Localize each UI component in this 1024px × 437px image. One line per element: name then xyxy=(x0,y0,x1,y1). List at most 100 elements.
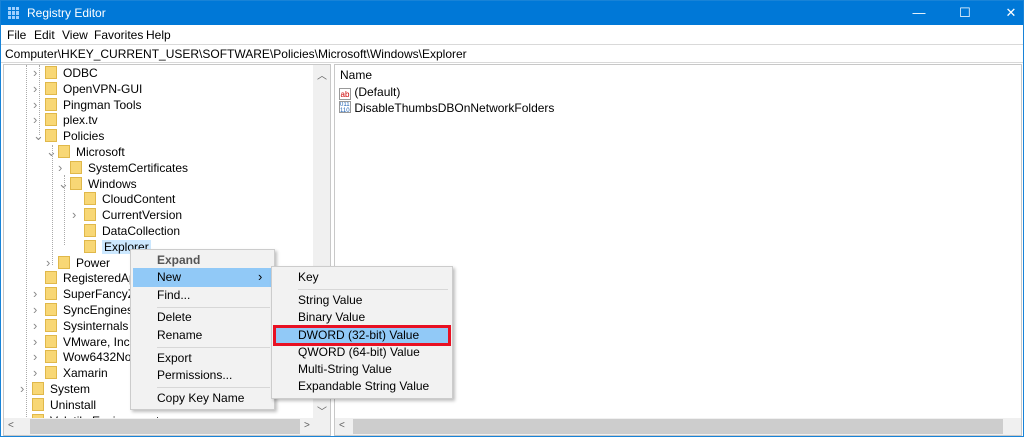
dword-value-icon: 011 110 xyxy=(339,101,351,113)
folder-icon xyxy=(45,350,57,364)
menu-item-new[interactable]: New xyxy=(133,268,272,287)
tree-item[interactable]: Uninstall xyxy=(32,397,96,413)
tree-item[interactable]: ⌄ Windows xyxy=(58,176,137,192)
folder-icon xyxy=(45,287,57,301)
tree-item-label: SystemCertificates xyxy=(88,160,189,175)
tree-item[interactable]: › OpenVPN-GUI xyxy=(33,81,143,97)
tree-item-label: Sysinternals xyxy=(63,318,129,333)
folder-icon xyxy=(45,334,57,348)
tree-item-label: System xyxy=(50,382,91,396)
value-disablethumbsdb[interactable]: 011 110 DisableThumbsDBOnNetworkFolders xyxy=(339,100,554,116)
tree-item-label: DataCollection xyxy=(102,224,181,238)
folder-icon xyxy=(70,176,82,190)
close-button[interactable]: ✕ xyxy=(988,1,1024,25)
expand-chevron-icon[interactable]: › xyxy=(46,255,50,271)
folder-icon xyxy=(58,145,70,158)
menu-item-find[interactable]: Find... xyxy=(133,286,272,305)
expand-chevron-icon[interactable]: › xyxy=(33,65,37,81)
tree-item[interactable]: › ODBC xyxy=(33,65,98,81)
expand-chevron-icon[interactable]: › xyxy=(20,381,24,397)
minimize-button[interactable]: — xyxy=(896,1,942,25)
expand-chevron-icon[interactable]: › xyxy=(72,207,76,223)
tree-item-label: OpenVPN-GUI xyxy=(63,81,143,96)
menu-file[interactable]: File xyxy=(7,28,26,42)
tree-item[interactable]: › SyncEngines xyxy=(33,302,134,318)
expand-chevron-icon[interactable]: › xyxy=(33,97,37,113)
folder-icon xyxy=(70,160,82,174)
expand-chevron-icon[interactable]: › xyxy=(33,286,37,302)
tree-item[interactable]: › plex.tv xyxy=(33,112,98,128)
values-horizontal-scrollbar[interactable]: < xyxy=(335,418,1021,435)
tree-item[interactable]: › Pingman Tools xyxy=(33,97,142,113)
tree-item-label: Xamarin xyxy=(63,366,108,381)
expand-chevron-icon[interactable]: › xyxy=(33,349,37,365)
tree-item[interactable]: › System xyxy=(20,381,91,397)
tree-item[interactable]: › CurrentVersion xyxy=(72,207,183,223)
menu-separator xyxy=(298,289,448,290)
expand-chevron-icon[interactable]: › xyxy=(33,334,37,350)
folder-icon xyxy=(58,255,70,269)
menu-separator xyxy=(157,347,270,348)
tree-item[interactable]: CloudContent xyxy=(84,191,175,207)
tree-item[interactable]: › Xamarin xyxy=(33,365,108,381)
folder-icon xyxy=(45,81,57,95)
folder-icon xyxy=(32,382,44,395)
tree-item-label: ODBC xyxy=(63,66,98,80)
address-bar[interactable]: Computer\HKEY_CURRENT_USER\SOFTWARE\Poli… xyxy=(1,44,1023,63)
folder-icon xyxy=(45,318,57,332)
maximize-button[interactable]: ☐ xyxy=(942,1,988,25)
tree-item-label: SyncEngines xyxy=(63,303,134,317)
window-title: Registry Editor xyxy=(27,6,106,20)
tree-item-label: Power xyxy=(76,255,111,270)
tree-item[interactable]: ⌄ Microsoft xyxy=(46,144,125,160)
submenu-arrow-icon: › xyxy=(258,269,263,284)
menu-view[interactable]: View xyxy=(62,28,88,42)
expand-chevron-icon[interactable]: › xyxy=(33,318,37,334)
tree-item-label: CurrentVersion xyxy=(102,208,183,223)
tree-item[interactable]: › VMware, Inc. xyxy=(33,334,134,350)
column-header-name[interactable]: Name xyxy=(340,67,372,83)
title-bar: Registry Editor — ☐ ✕ xyxy=(1,1,1023,25)
folder-icon xyxy=(32,397,44,411)
registry-editor-window: Registry Editor — ☐ ✕ File Edit View Fav… xyxy=(0,0,1024,437)
menu-item-permissions[interactable]: Permissions... xyxy=(133,366,272,385)
folder-icon xyxy=(84,224,96,237)
menu-item-key[interactable]: Key xyxy=(274,268,450,287)
menu-separator xyxy=(157,387,270,388)
folder-icon xyxy=(45,113,57,127)
tree-item[interactable]: ⌄ Policies xyxy=(33,128,104,144)
tree-item-label: CloudContent xyxy=(102,192,176,207)
menu-help[interactable]: Help xyxy=(146,28,171,42)
tree-item[interactable]: › Power xyxy=(46,255,111,271)
folder-icon xyxy=(45,66,57,79)
expand-chevron-icon[interactable]: › xyxy=(58,160,62,176)
tree-horizontal-scrollbar[interactable]: < > xyxy=(4,418,330,435)
folder-icon xyxy=(45,97,57,111)
expand-chevron-icon[interactable]: › xyxy=(33,81,37,97)
tree-item[interactable]: › Sysinternals xyxy=(33,318,129,334)
expand-chevron-icon[interactable]: › xyxy=(33,302,37,318)
tree-connector-line xyxy=(39,65,40,135)
expand-chevron-icon[interactable]: › xyxy=(33,365,37,381)
menu-item-expandable-string-value[interactable]: Expandable String Value xyxy=(274,377,450,396)
menu-item-copy-key-name[interactable]: Copy Key Name xyxy=(133,389,272,408)
menu-favorites[interactable]: Favorites xyxy=(94,28,143,42)
folder-icon xyxy=(45,303,57,316)
regedit-icon xyxy=(8,7,20,19)
menu-item-delete[interactable]: Delete xyxy=(133,308,272,327)
tree-connector-line xyxy=(64,175,65,245)
menu-item-rename[interactable]: Rename xyxy=(133,326,272,345)
context-menu: Expand New Find... Delete Rename Export Permis… xyxy=(130,249,275,410)
expand-chevron-icon[interactable]: › xyxy=(33,112,37,128)
string-value-icon: ab xyxy=(339,88,351,100)
value-default[interactable]: ab (Default) xyxy=(339,84,400,100)
tree-connector-line xyxy=(26,65,27,435)
menu-edit[interactable]: Edit xyxy=(34,28,55,42)
tree-item-label: Pingman Tools xyxy=(63,97,142,112)
tree-item-label: VMware, Inc. xyxy=(63,334,134,349)
folder-icon xyxy=(45,129,57,143)
tree-item[interactable]: › SystemCertificates xyxy=(58,160,189,176)
menu-item-binary-value[interactable]: Binary Value xyxy=(274,308,450,327)
menu-separator xyxy=(157,307,270,308)
tree-item[interactable]: DataCollection xyxy=(84,223,180,239)
